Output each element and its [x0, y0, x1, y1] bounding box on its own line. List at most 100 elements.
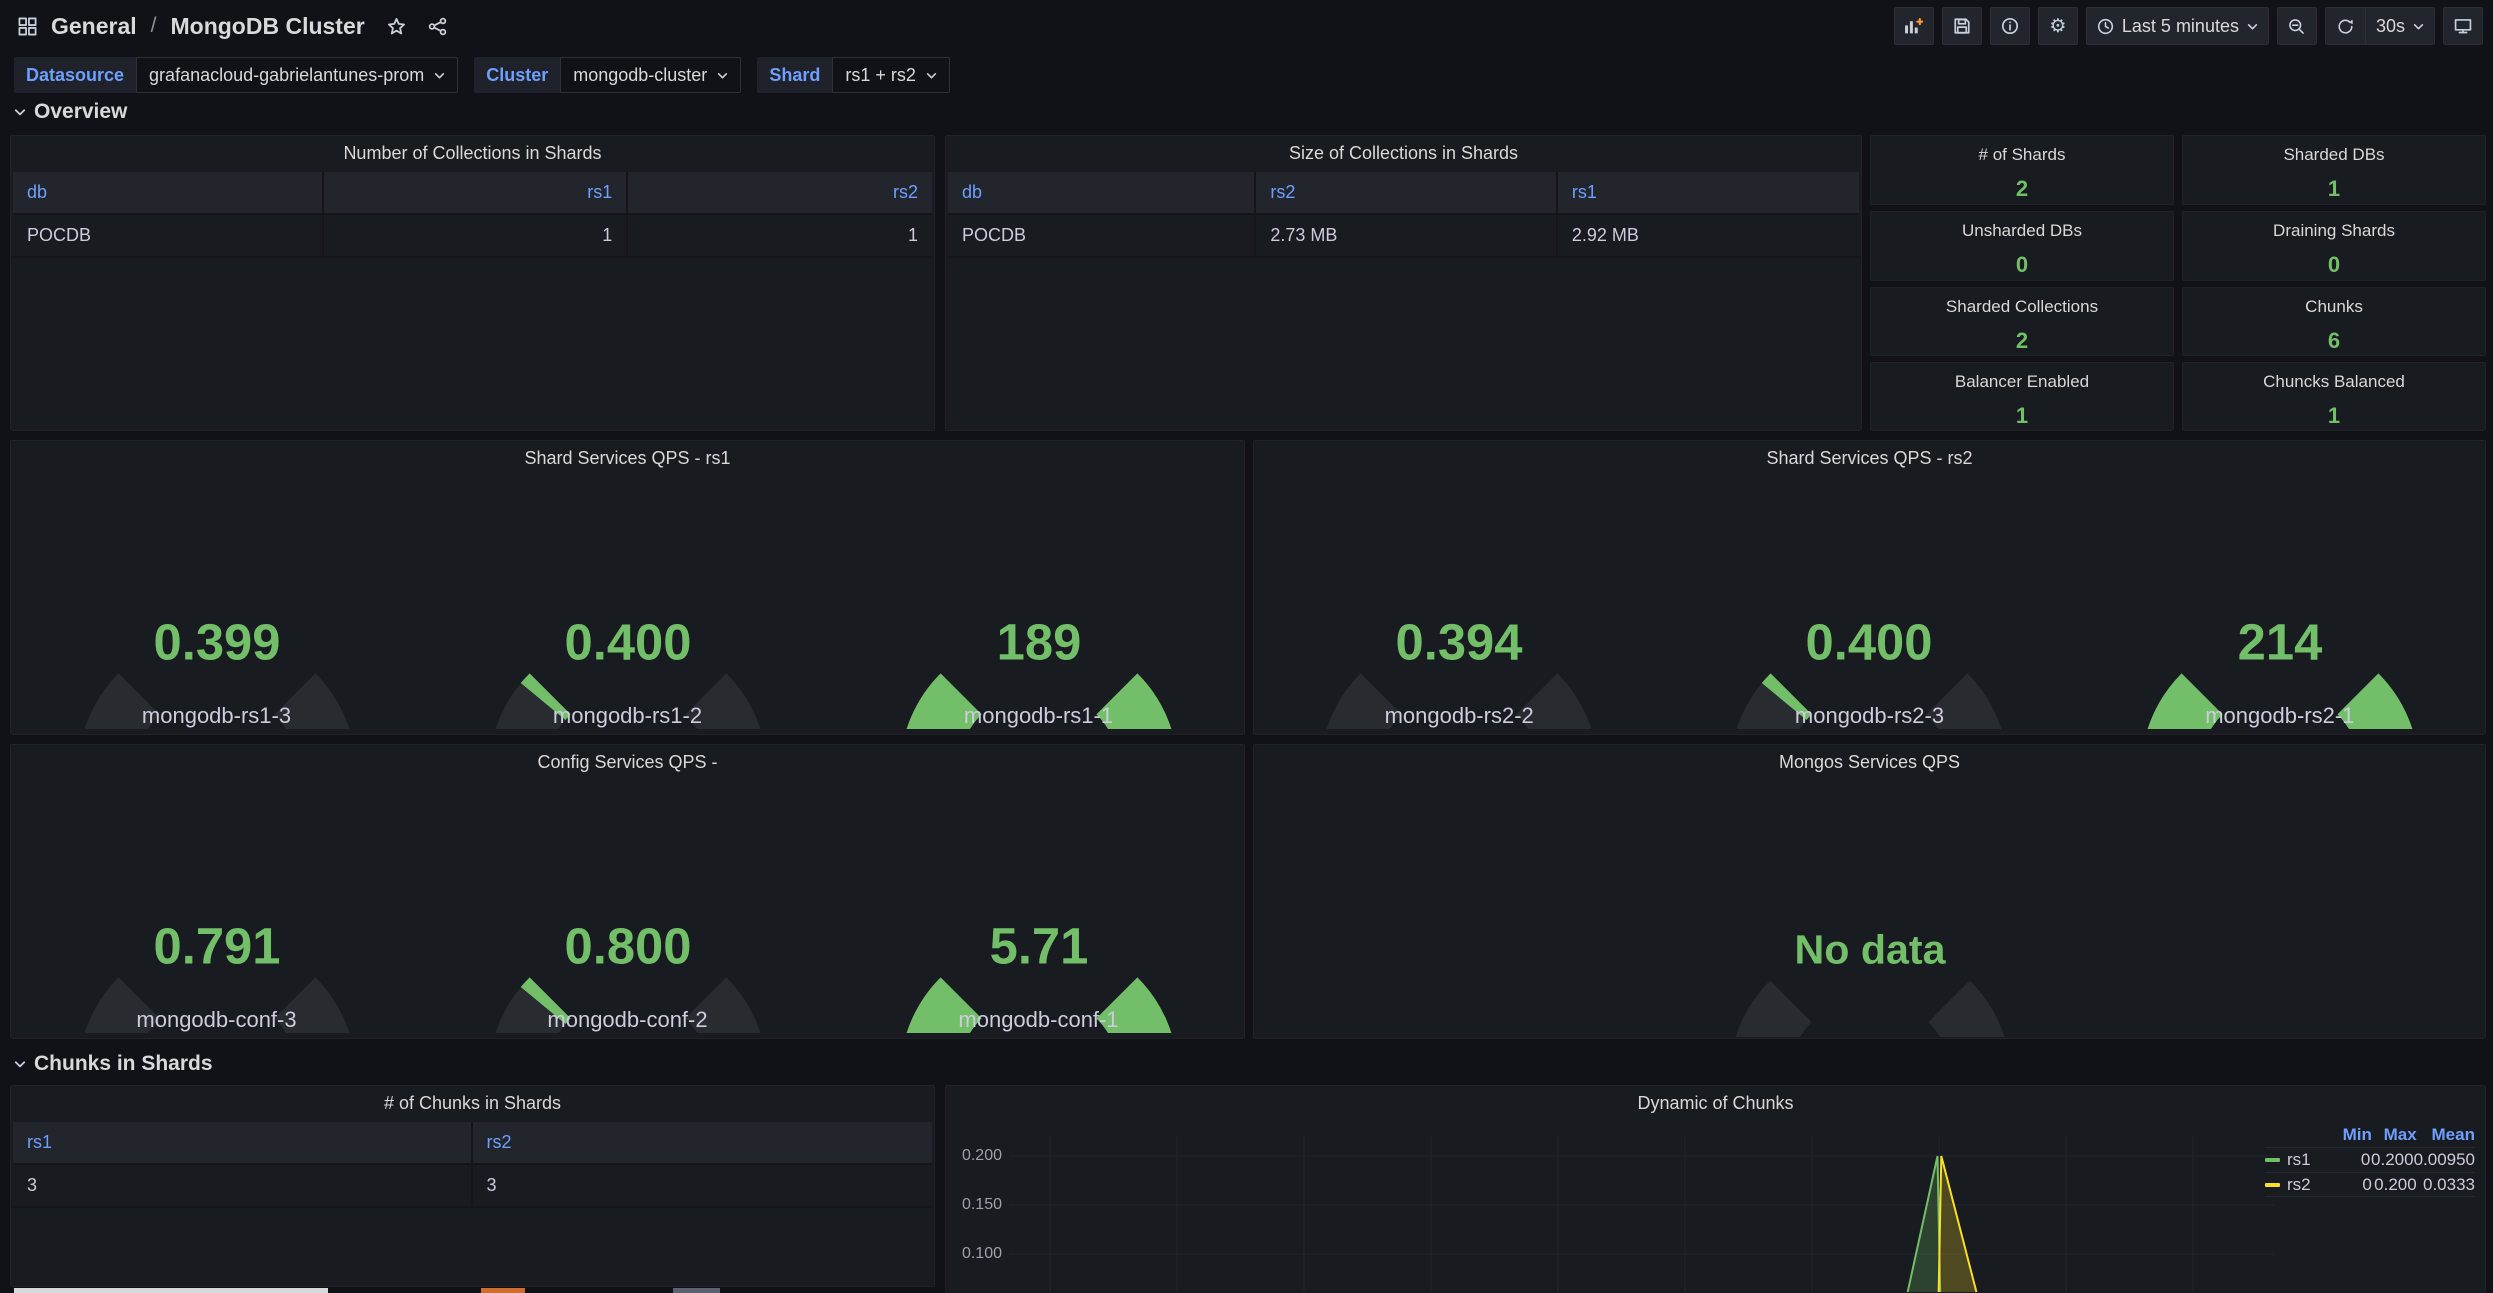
stat-title[interactable]: Unsharded DBs: [1871, 221, 2173, 241]
row-header-overview[interactable]: Overview: [14, 100, 127, 124]
series-mean: 0.0333: [2417, 1175, 2475, 1195]
gauge-arc: 0.399: [72, 471, 362, 729]
panel-qps-config: Config Services QPS - 0.791 mongodb-conf…: [10, 744, 1245, 1039]
gauge-arc: 0.800: [483, 775, 773, 1033]
gauge-mongodb-rs2-2: 0.394 mongodb-rs2-2: [1256, 471, 1662, 733]
stat-panel-balancer-enabled: Balancer Enabled 1: [1870, 362, 2174, 431]
stat-value: 1: [1871, 403, 2173, 429]
gauge-mongodb-rs2-3: 0.400 mongodb-rs2-3: [1666, 471, 2072, 733]
series-swatch: [2265, 1158, 2280, 1162]
panel-title[interactable]: Mongos Services QPS: [1254, 745, 2485, 779]
datasource-dropdown[interactable]: grafanacloud-gabrielantunes-prom: [136, 57, 458, 93]
panel-title[interactable]: Config Services QPS -: [11, 745, 1244, 779]
chevron-down-icon: [2247, 22, 2258, 31]
stat-title[interactable]: # of Shards: [1871, 145, 2173, 165]
y-axis-tick: 0.100: [950, 1245, 1002, 1263]
shard-dropdown[interactable]: rs1 + rs2: [832, 57, 950, 93]
stat-panel-unsharded-dbs: Unsharded DBs 0: [1870, 211, 2174, 281]
stat-title[interactable]: Sharded DBs: [2183, 145, 2485, 165]
variables-row: Datasource grafanacloud-gabrielantunes-p…: [14, 57, 950, 93]
column-header-rs2[interactable]: rs2: [628, 172, 932, 215]
gauge-value: 5.71: [989, 917, 1088, 974]
share-icon[interactable]: [428, 17, 447, 36]
refresh-interval-dropdown[interactable]: 30s: [2365, 7, 2435, 45]
column-header-rs1[interactable]: rs1: [13, 1122, 473, 1165]
gauge-label: mongodb-conf-2: [424, 1007, 831, 1033]
gauge-arc: 5.71: [894, 775, 1184, 1033]
cell-rs2: 3: [473, 1165, 933, 1208]
dashboard-settings-button[interactable]: ⚙: [2038, 7, 2078, 45]
cutoff-scrollbar-thumb[interactable]: [14, 1288, 328, 1293]
gauge-label: mongodb-conf-1: [835, 1007, 1242, 1033]
variable-shard: Shard rs1 + rs2: [757, 57, 950, 93]
top-navbar: General / MongoDB Cluster ⚙ Last 5 minut…: [0, 0, 2493, 52]
gauge-mongodb-rs1-3: 0.399 mongodb-rs1-3: [13, 471, 420, 733]
stat-value: 0: [2183, 252, 2485, 278]
gauge-mongodb-conf-3: 0.791 mongodb-conf-3: [13, 775, 420, 1037]
cell-rs2: 2.73 MB: [1256, 215, 1558, 258]
legend-col-max[interactable]: Max: [2372, 1125, 2417, 1145]
panel-title[interactable]: Shard Services QPS - rs2: [1254, 441, 2485, 475]
stat-panel-sharded-dbs: Sharded DBs 1: [2182, 135, 2486, 205]
panel-qps-rs1: Shard Services QPS - rs1 0.399 mongodb-r…: [10, 440, 1245, 735]
dashboards-grid-icon[interactable]: [18, 17, 37, 36]
time-series-plot[interactable]: [946, 1086, 2485, 1292]
stat-panel-chunks: Chunks 6: [2182, 287, 2486, 356]
breadcrumb-section[interactable]: General: [51, 13, 137, 40]
row-header-chunks[interactable]: Chunks in Shards: [14, 1052, 213, 1076]
variable-label: Shard: [757, 57, 832, 93]
stat-title[interactable]: Balancer Enabled: [1871, 372, 2173, 392]
chevron-down-icon: [717, 71, 728, 80]
column-header-rs1[interactable]: rs1: [1558, 172, 1859, 215]
legend-col-mean[interactable]: Mean: [2417, 1125, 2475, 1145]
panel-title[interactable]: Number of Collections in Shards: [11, 136, 934, 170]
panel-title[interactable]: Size of Collections in Shards: [946, 136, 1861, 170]
zoom-out-time-button[interactable]: [2277, 7, 2317, 45]
add-panel-button[interactable]: [1894, 7, 1934, 45]
gauge-label: mongodb-rs2-2: [1256, 703, 1662, 729]
column-header-rs1[interactable]: rs1: [324, 172, 628, 215]
panel-qps-rs2: Shard Services QPS - rs2 0.394 mongodb-r…: [1253, 440, 2486, 735]
legend-col-min[interactable]: Min: [2327, 1125, 2372, 1145]
y-axis-tick: 0.200: [950, 1147, 1002, 1165]
stat-value: 1: [2183, 403, 2485, 429]
table-collections-size: db rs2 rs1 POCDB 2.73 MB 2.92 MB: [948, 172, 1859, 258]
dashboard-info-button[interactable]: [1990, 7, 2030, 45]
table-row: POCDB 1 1: [13, 215, 932, 258]
column-header-db[interactable]: db: [948, 172, 1256, 215]
table-row: POCDB 2.73 MB 2.92 MB: [948, 215, 1859, 258]
refresh-button-group: 30s: [2325, 7, 2435, 45]
gauge-arc: 0.791: [72, 775, 362, 1033]
y-axis-tick: 0.150: [950, 1196, 1002, 1214]
legend-row-rs1: rs1 0 0.200 0.00950: [2265, 1147, 2475, 1172]
column-header-rs2[interactable]: rs2: [473, 1122, 933, 1165]
stat-value: 6: [2183, 328, 2485, 354]
stat-title[interactable]: Sharded Collections: [1871, 297, 2173, 317]
gauge-arc: 0.400: [1724, 471, 2014, 729]
star-icon[interactable]: [387, 17, 406, 36]
series-mean: 0.00950: [2414, 1150, 2475, 1170]
stat-title[interactable]: Chuncks Balanced: [2183, 372, 2485, 392]
series-swatch: [2265, 1183, 2280, 1187]
save-dashboard-button[interactable]: [1942, 7, 1982, 45]
stat-title[interactable]: Chunks: [2183, 297, 2485, 317]
gauge-value: 189: [996, 613, 1081, 670]
column-header-rs2[interactable]: rs2: [1256, 172, 1558, 215]
time-range-picker[interactable]: Last 5 minutes: [2086, 7, 2269, 45]
gauge-label: mongodb-rs1-1: [835, 703, 1242, 729]
cluster-dropdown[interactable]: mongodb-cluster: [560, 57, 741, 93]
chevron-down-icon: [2413, 22, 2424, 31]
gauge-value: 0.800: [564, 917, 691, 974]
stat-value: 1: [2183, 176, 2485, 202]
gauge-label: mongodb-rs2-1: [2077, 703, 2483, 729]
kiosk-mode-button[interactable]: [2443, 7, 2483, 45]
stat-title[interactable]: Draining Shards: [2183, 221, 2485, 241]
panel-title[interactable]: Shard Services QPS - rs1: [11, 441, 1244, 475]
refresh-button[interactable]: [2325, 7, 2365, 45]
grafana-dashboard: General / MongoDB Cluster ⚙ Last 5 minut…: [0, 0, 2493, 1293]
chevron-down-icon: [434, 71, 445, 80]
column-header-db[interactable]: db: [13, 172, 324, 215]
series-min: 0: [2327, 1175, 2372, 1195]
panel-title[interactable]: # of Chunks in Shards: [11, 1086, 934, 1120]
stat-panel-chuncks-balanced: Chuncks Balanced 1: [2182, 362, 2486, 431]
